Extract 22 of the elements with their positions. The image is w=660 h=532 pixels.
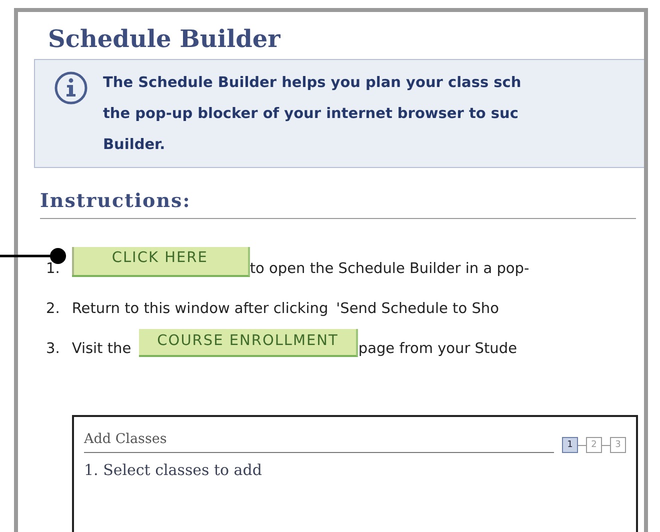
step-indicator: 3 [610,437,626,453]
info-text: The Schedule Builder helps you plan your class sch [103,74,522,93]
step-text: Return to this window after clicking [72,301,328,317]
step-text: page from your Stude [358,341,517,357]
info-icon [53,70,89,106]
step-number: 2. [46,301,60,317]
step-text: Visit the [72,341,132,357]
step-text: 'Send Schedule to Sho [336,301,499,317]
step-number: 1. [46,261,60,277]
step-indicator: 2 [586,437,602,453]
callout-line [0,248,68,264]
link-button[interactable]: COURSE ENROLLMENT [139,329,358,357]
info-text: the pop-up blocker of your internet browser to suc [103,105,520,124]
add-classes-title: Add Classes [84,431,554,453]
step-number: 3. [46,341,60,357]
step-indicator: 1 [562,437,578,453]
instructions-heading: Instructions: [40,190,636,219]
page-title: Schedule Builder [48,24,282,53]
step-text: to open the Schedule Builder in a pop- [250,261,530,277]
select-classes-heading: 1. Select classes to add [84,461,263,479]
info-text: Builder. [103,136,166,155]
link-button[interactable]: CLICK HERE [72,247,250,277]
